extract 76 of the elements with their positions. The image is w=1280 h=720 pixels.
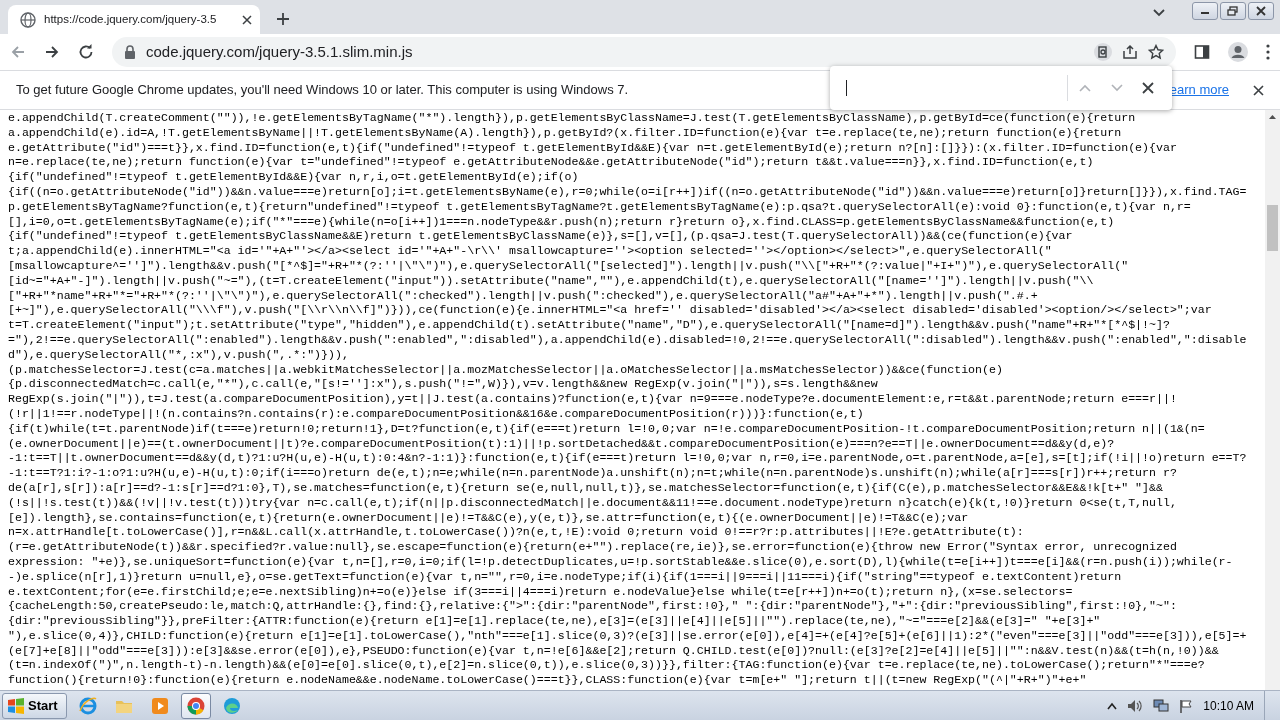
code-line: function(){return!0}:function(e){return e.nodeName&&e.nodeName.toLowerCase()===t}},CLASS:function(e){var t=m[e+" "];return t||(t=new RegExp("(^|"+R+")"+e+" bbox=[8, 673, 1087, 689]
code-line: -)e.splice(n[r],1)}return u=null,e},o=se.getText=function(e){var t,n="",r=0,i=e.nodeType;if(i){if(1===i||9===i||11===i){if("string"==typeof e.textContent)return bbox=[8, 569, 1122, 585]
code-line: d"),e.querySelectorAll("*,:x"),v.push(",.*:")})), bbox=[8, 347, 349, 363]
profile-icon[interactable] bbox=[1228, 42, 1248, 62]
code-line: (t=n.indexOf(")",n.length-t)-n.length)&&(e[0]=e[0].slice(0,t),e[2]=n.slice(0,t)),e.slice(0,3))}},filter:{TAG:function(e){var t=e.replace(te,ne).toLowerCase();return"*"===e? bbox=[8, 658, 1205, 674]
code-line: p.getElementsByTagName?function(e,t){return"undefined"!=typeof t.getElementsByTagName?t.getElementsByTagName(e):p.qsa?t.querySelectorAll(e):void 0}:function(e,t){var n,r= bbox=[8, 199, 1191, 215]
code-line: t;a.appendChild(e).innerHTML="<a id='"+A+"'></a><select id='"+A+"-\r\\' msallowcapture=''><option selected=''></option></select>",e.querySelectorAll(" bbox=[8, 244, 1052, 259]
close-button[interactable] bbox=[1248, 2, 1274, 20]
code-line: {if("undefined"!=typeof t.getElementsByClassName&&E)return t.getElementsByClassName(e)},s=[],v=[],(p.qsa=J.test(T.querySelectorAll))&&(ce(function(e){var bbox=[8, 229, 1073, 245]
code-line: de(a[r],s[r]):a[r]==d?-1:s[r]==d?1:0},T),se.matches=function(e,t){return se(e,null,null,t)},se.matchesSelector=function(e,t){if(C(e),p.matchesSelector&&E&&!k[t+" "]&& bbox=[8, 480, 1163, 496]
code-line: {if((n=o.getAttributeNode("id"))&&n.value===e)return[o];i=t.getElementsByName(e),r=0;while(o=i[r++])if((n=o.getAttributeNode("id"))&&n.value===e)return[o]}return[]}}),x.find.TAG= bbox=[8, 185, 1247, 200]
close-icon[interactable] bbox=[242, 14, 252, 25]
code-line: n=x.attrHandle[t.toLowerCase()],r=n&&L.call(x.attrHandle,t.toLowerCase())?n(e,t,!E):void 0;return void 0!==r?r:p.attributes||!E?e.getAttribute(t): bbox=[8, 525, 1024, 541]
code-line: [msallowcapture^='']").length&&v.push("[*^$]="+R+"*(?:''|\"\")"),e.querySelectorAll("[selected]").length||v.push("\\["+R+"*(?:value|"+I+")"),e.querySelectorAll(" bbox=[8, 258, 1129, 274]
speaker-icon[interactable] bbox=[1127, 698, 1144, 713]
scrollbar-thumb[interactable] bbox=[1267, 205, 1278, 251]
code-line: [+~]"),e.querySelectorAll("\\\f"),v.push("[\\r\\n\\f]")})),ce(function(e){e.innerHTML="<a href='' disabled='disabled'></a><select disabled='disabled'><option/></select>";var bbox=[8, 303, 1212, 319]
text-cursor bbox=[846, 80, 847, 96]
scrollbar[interactable] bbox=[1265, 110, 1280, 690]
code-line: e.textContent;for(e=e.firstChild;e;e=e.nextSibling)n+=o(e)}else if(3===i||4===i)return e.nodeValue}else while(t=e[r++])n+=o(t);return n},(x=se.selectors= bbox=[8, 584, 1073, 600]
code-line: (e.ownerDocument||e)==(t.ownerDocument||t)?e.compareDocumentPosition(t):1)||!p.sortDetached&&t.compareDocumentPosition(e)===n?e==T||e.ownerDocument==d&&y(d,e)? bbox=[8, 436, 1115, 452]
code-line: {if("undefined"!=typeof t.getElementById&&E){var n,r,i,o=t.getElementById(e);if(o) bbox=[8, 170, 579, 185]
flag-icon[interactable] bbox=[1179, 698, 1194, 713]
find-icon[interactable] bbox=[1094, 43, 1112, 61]
clock[interactable]: 10:10 AM bbox=[1203, 696, 1254, 715]
restore-button[interactable] bbox=[1220, 2, 1246, 20]
code-line: expression: "+e)},se.uniqueSort=function(e){var t,n=[],r=0,i=0;if(l=!p.detectDuplicates,u=!p.sortStable&&e.slice(0),e.sort(D),l){while(t=e[i++])t===e[i]&&(r=n.push(i));while(r- bbox=[8, 554, 1233, 570]
lock-icon bbox=[124, 45, 136, 59]
code-line: [],i=0,o=t.getElementsByTagName(e);if("*"===e){while(n=o[i++])1===n.nodeType&&r.push(n);return r}return o},x.find.CLASS=p.getElementsByClassName&&function(e,t) bbox=[8, 214, 1115, 230]
code-line: (r=e.getAttributeNode(t))&&r.specified?r.value:null},se.escape=function(e){return(e+"").replace(re,ie)},se.error=function(e){throw new Error("Syntax error, unrecognized bbox=[8, 540, 1177, 555]
star-icon[interactable] bbox=[1148, 44, 1164, 60]
code-line: t=T.createElement("input");t.setAttribute("type","hidden"),e.appendChild(t).setAttribute("name","D"),e.querySelectorAll("[name=d]").length&&v.push("name"+R+"*[*^$|!~]? bbox=[8, 318, 1170, 333]
menu-icon[interactable] bbox=[1266, 44, 1270, 60]
tab-title: https://code.jquery.com/jquery-3.5 bbox=[44, 11, 218, 27]
code-line: {if(t)while(t=t.parentNode)if(t===e)return!0;return!1},D=t?function(e,t){if(e===t)return l=!0,0;var n=!e.compareDocumentPosition-!t.compareDocumentPosition;return n||(1&(n= bbox=[8, 421, 1205, 437]
browser-tab[interactable]: https://code.jquery.com/jquery-3.5 bbox=[8, 5, 260, 34]
code-line: {p.disconnectedMatch=c.call(e,"*"),c.call(e,"[s!='']:x"),s.push("!=",W)}),v=v.length&&new RegExp(v.join("|")),s=s.length&&new bbox=[8, 377, 878, 393]
close-icon[interactable] bbox=[1253, 84, 1264, 96]
code-line: (!r||1!==r.nodeType||!(n.contains?n.contains(r):e.compareDocumentPosition&&16&e.compareDocumentPosition(r)))}:function(e,t) bbox=[8, 406, 864, 422]
network-icon[interactable] bbox=[1153, 698, 1170, 713]
reload-icon[interactable] bbox=[78, 44, 94, 60]
globe-icon bbox=[20, 11, 36, 28]
code-line: n=e.replace(te,ne);return function(e){var t="undefined"!=typeof e.getAttributeNode&&e.getAttributeNode("id");return t&&t.value===n}},x.find.ID=function(e,t) bbox=[8, 155, 1094, 171]
code-line: "),e.slice(0,4)},CHILD:function(e){return e[1]=e[1].toLowerCase(),"nth"===e[1].slice(0,3)?(e[3]||se.error(e[0]),e[4]=+(e[4]?e[5]+(e[6]||1):2*("even"===e[3]||"odd"===e[3])),e[5]=+ bbox=[8, 628, 1247, 644]
chrome-icon[interactable] bbox=[180, 692, 211, 719]
plus-icon[interactable] bbox=[276, 12, 290, 26]
update-message: To get future Google Chrome updates, you'll need Windows 10 or later. This computer is using Windows 7. bbox=[16, 81, 629, 100]
code-line: (p.matchesSelector=J.test(c=a.matches||a.webkitMatchesSelector||a.mozMatchesSelector||a.oMatchesSelector||a.msMatchesSelector))&&ce(function(e) bbox=[8, 362, 1003, 378]
minimize-button[interactable] bbox=[1192, 2, 1218, 20]
code-line: e.getAttribute("id")===t}},x.find.ID=function(e,t){if("undefined"!=typeof t.getElementById&&E){var n=t.getElementById(e);return n?[n]:[]}}):(x.filter.ID=function(e){var bbox=[8, 140, 1177, 156]
restore-icon bbox=[1227, 6, 1239, 16]
code-line: (e[7]+e[8]||"odd"===e[3])):e[3]&&se.error(e[0]),e},PSEUDO:function(e){var t,n=!e[6]&&e[2];return Q.CHILD.test(e[0])?null:(e[3]?e[2]=e[4]||e[5]||"":n&&V.test(n)&&(t=h(n,!0))&& bbox=[8, 643, 1219, 659]
code-line: [e]).length},se.contains=function(e,t){return(e.ownerDocument||e)!=T&&C(e),y(e,t)},se.attr=function(e,t){(e.ownerDocument||e)!=T&&C(e);var bbox=[8, 510, 969, 526]
side-panel-icon[interactable] bbox=[1194, 44, 1210, 60]
code-line: e.appendChild(T.createComment("")),!e.getElementsByTagName("*").length}),p.getElementsByClassName=J.test(T.getElementsByClassName),p.getById=ce(function(e){return bbox=[8, 111, 1136, 126]
code-line: ["+R+"*name"+R+"*="+R+"*(?:''|\"\")"),e.querySelectorAll(":checked").length||v.push(":checked"),e.querySelectorAll("a#"+A+"+*").length||v.push(".#.+ bbox=[8, 288, 1038, 304]
code-line: RegExp(s.join("|")),t=J.test(a.compareDocumentPosition),y=t||J.test(a.contains)?function(e,t){var n=9===e.nodeType?e.documentElement:e,r=t&&t.parentNode;return e===r||! bbox=[8, 392, 1177, 407]
close-icon bbox=[1256, 6, 1266, 16]
share-icon[interactable] bbox=[1122, 44, 1138, 60]
code-line: a.appendChild(e).id=A,!T.getElementsByName||!T.getElementsByName(A).length}),p.getById?(x.filter.ID=function(e){var t=e.replace(te,ne);return function(e){return bbox=[8, 125, 1122, 141]
windows-logo-icon bbox=[7, 697, 25, 714]
code-line: (!s||!s.test(t))&&(!v||!v.test(t)))try{var n=c.call(e,t);if(n||p.disconnectedMatch||e.document&&11!==e.document.nodeType)return n}catch(e){k(t,!0)}return 0<se(t,T,null, bbox=[8, 495, 1177, 511]
code-line: [id~="+A+"-]").length||v.push("~="),(t=T.createElement("input")).setAttribute("name",""),e.appendChild(t),e.querySelectorAll("[name='']").length||v.push("\\ bbox=[8, 273, 1094, 289]
back-icon[interactable] bbox=[10, 44, 26, 60]
code-line: -1:t==T?1:i?-1:o?1:u?H(u,e)-H(u,t):0;if(i===o)return de(e,t);n=e;while(n=n.parentNode)a.unshift(n);n=t;while(n=n.parentNode)s.unshift(n);while(a[r]===s[r])r++;return r? bbox=[8, 466, 1177, 481]
forward-icon[interactable] bbox=[44, 44, 60, 60]
caret-up-icon[interactable] bbox=[1107, 701, 1118, 710]
url-text: code.jquery.com/jquery-3.5.1.slim.min.js bbox=[146, 41, 414, 62]
code-line: ="),2!==e.querySelectorAll(":enabled").length&&v.push(":enabled",":disabled"),a.appendChild(e).disabled=!0,2!==e.querySelectorAll(":disabled").length&&v.push(":enabled",":disable bbox=[8, 332, 1247, 348]
close-icon[interactable] bbox=[1142, 82, 1154, 94]
code-line: {cacheLength:50,createPseudo:le,match:Q,attrHandle:{},find:{},relative:{">":{dir:"parentNode",first:!0}," ":{dir:"parentNode"},"+":{dir:"previousSibling",first:!0},"~": bbox=[8, 599, 1177, 615]
code-line: {dir:"previousSibling"}},preFilter:{ATTR:function(e){return e[1]=e[1].replace(te,ne),e[3]=(e[3]||e[4]||e[5]||"").replace(te,ne),"~="===e[2]&&(e[3]=" "+e[3]+" bbox=[8, 614, 1101, 629]
chevron-down-icon[interactable] bbox=[1152, 8, 1166, 18]
code-line: -1:t==T||t.ownerDocument==d&&y(d,t)?1:u?H(u,e)-H(u,t):0:4&n?-1:1)}:function(e,t){if(e===t)return l=!0,0;var n,r=0,i=e.parentNode,o=t.parentNode,a=[e],s=[t];if(!i||!o)return e==T? bbox=[8, 451, 1247, 467]
address-bar[interactable]: code.jquery.com/jquery-3.5.1.slim.min.js bbox=[112, 37, 1176, 67]
start-button[interactable]: Start bbox=[2, 692, 67, 719]
